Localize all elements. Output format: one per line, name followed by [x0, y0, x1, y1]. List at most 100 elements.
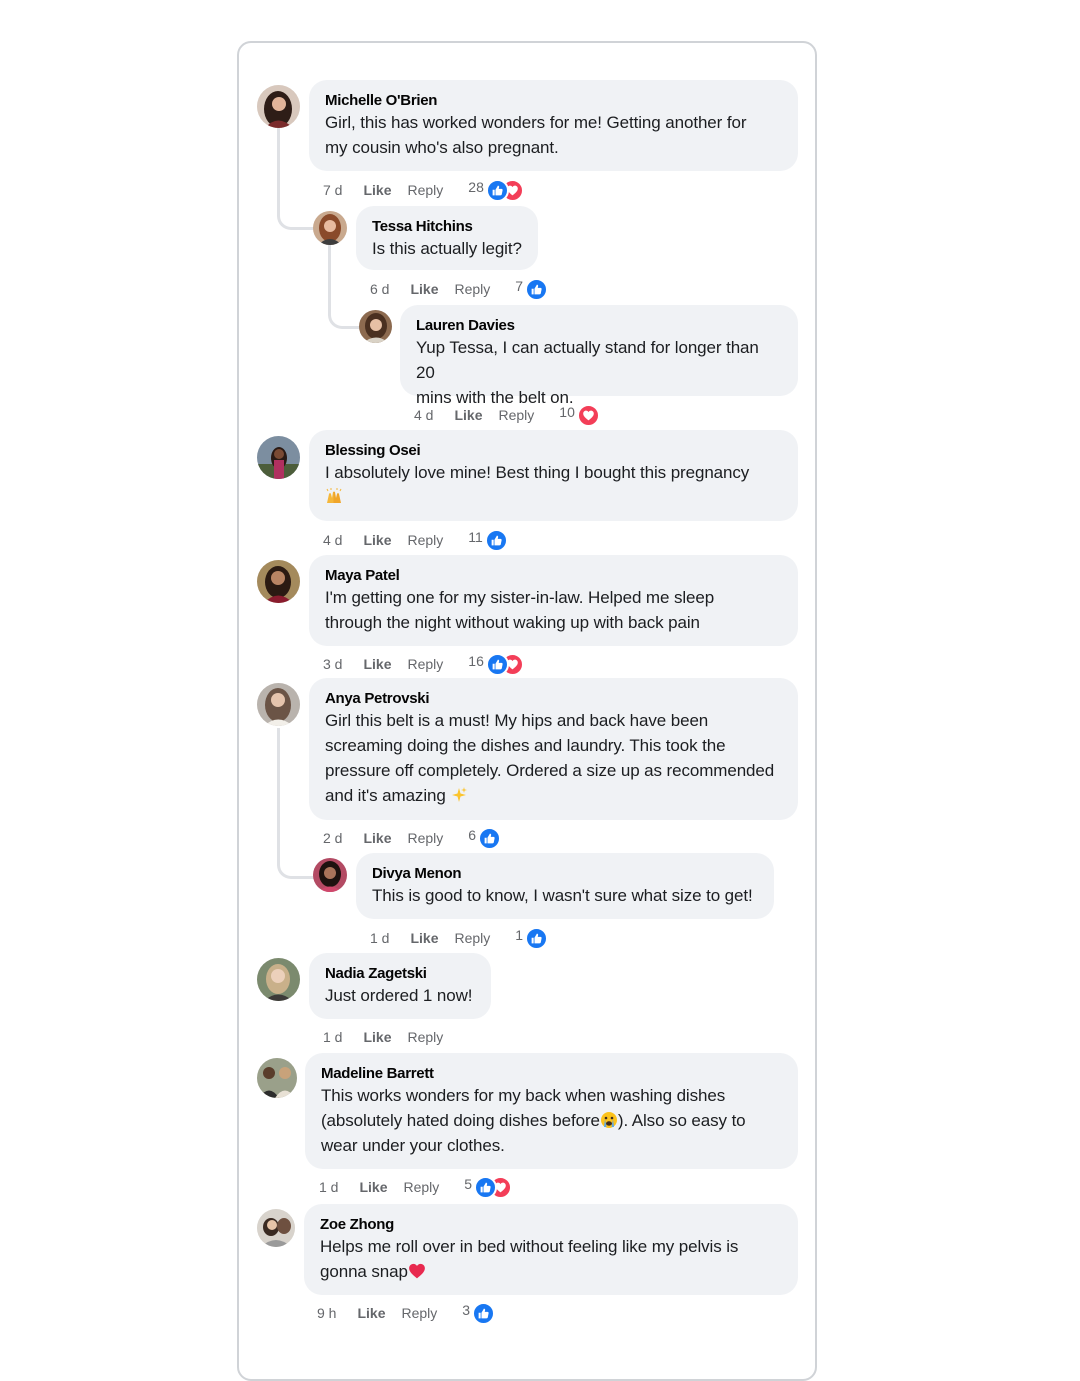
like-button[interactable]: Like	[359, 1179, 387, 1195]
comment-timestamp[interactable]: 7 d	[323, 182, 342, 198]
like-reaction-icon[interactable]	[474, 1175, 498, 1199]
comment-text: Is this actually legit?	[372, 239, 522, 258]
comment-bubble: Lauren Davies Yup Tessa, I can actually …	[400, 305, 798, 407]
avatar[interactable]	[257, 1058, 297, 1098]
like-reaction-icon[interactable]	[525, 277, 549, 301]
avatar[interactable]	[257, 683, 300, 726]
like-button[interactable]: Like	[363, 1029, 391, 1045]
comment-text: Helps me roll over in bed without feelin…	[320, 1237, 739, 1281]
avatar[interactable]	[257, 1209, 295, 1247]
comment-actions: 9 h Like Reply 3	[317, 1301, 496, 1325]
reply-button[interactable]: Reply	[403, 1179, 439, 1195]
reply-button[interactable]: Reply	[407, 656, 443, 672]
comment-author[interactable]: Tessa Hitchins	[372, 218, 522, 236]
like-reaction-icon[interactable]	[525, 926, 549, 950]
avatar[interactable]	[313, 211, 347, 245]
thread-line	[277, 728, 280, 848]
comment-bubble: Divya Menon This is good to know, I wasn…	[356, 853, 774, 919]
like-button[interactable]: Like	[363, 532, 391, 548]
like-button[interactable]: Like	[357, 1305, 385, 1321]
reply-button[interactable]: Reply	[498, 407, 534, 423]
comment-actions: 1 d Like Reply 1	[370, 926, 549, 950]
reaction-count[interactable]: 3	[462, 1302, 470, 1318]
comment-actions: 4 d Like Reply 11	[323, 528, 508, 552]
like-reaction-icon[interactable]	[478, 826, 502, 850]
avatar[interactable]	[313, 858, 347, 892]
like-button[interactable]: Like	[410, 930, 438, 946]
comment-timestamp[interactable]: 4 d	[323, 532, 342, 548]
comment-text: Just ordered 1 now!	[325, 986, 473, 1005]
comment-actions: 7 d Like Reply 28	[323, 178, 524, 202]
reply-button[interactable]: Reply	[407, 182, 443, 198]
avatar[interactable]	[257, 436, 300, 479]
comment-timestamp[interactable]: 9 h	[317, 1305, 336, 1321]
reaction-count[interactable]: 5	[464, 1176, 472, 1192]
avatar[interactable]	[359, 310, 392, 343]
reply-button[interactable]: Reply	[407, 532, 443, 548]
crying-face-emoji	[600, 1111, 618, 1129]
like-button[interactable]: Like	[410, 281, 438, 297]
comment-timestamp[interactable]: 6 d	[370, 281, 389, 297]
reaction-count[interactable]: 10	[559, 404, 575, 420]
comment-text: Girl, this has worked wonders for me! Ge…	[325, 113, 747, 157]
comment-author[interactable]: Michelle O'Brien	[325, 92, 782, 110]
comment-author[interactable]: Divya Menon	[372, 865, 758, 883]
comment-author[interactable]: Lauren Davies	[416, 317, 782, 335]
comment-bubble: Zoe Zhong Helps me roll over in bed with…	[304, 1204, 798, 1295]
reply-button[interactable]: Reply	[454, 930, 490, 946]
comment-timestamp[interactable]: 3 d	[323, 656, 342, 672]
reaction-count[interactable]: 11	[468, 529, 483, 545]
reaction-count[interactable]: 6	[468, 827, 476, 843]
thread-line	[277, 128, 280, 198]
comment-bubble: Blessing Osei I absolutely love mine! Be…	[309, 430, 798, 521]
thread-connector	[277, 845, 316, 879]
thread-connector	[277, 195, 316, 230]
comment-author[interactable]: Nadia Zagetski	[325, 965, 475, 983]
like-reaction-icon[interactable]	[485, 178, 509, 202]
reply-button[interactable]: Reply	[454, 281, 490, 297]
reaction-count[interactable]: 1	[515, 927, 523, 943]
reaction-count[interactable]: 16	[468, 653, 484, 669]
like-reaction-icon[interactable]	[485, 652, 509, 676]
comment-timestamp[interactable]: 1 d	[323, 1029, 342, 1045]
love-reaction-icon[interactable]	[576, 403, 600, 427]
avatar[interactable]	[257, 85, 300, 128]
comment-bubble: Anya Petrovski Girl this belt is a must!…	[309, 678, 798, 820]
avatar[interactable]	[257, 958, 300, 1001]
avatar[interactable]	[257, 560, 300, 603]
comment-bubble: Michelle O'Brien Girl, this has worked w…	[309, 80, 798, 171]
comment-bubble: Nadia Zagetski Just ordered 1 now!	[309, 953, 491, 1019]
comment-author[interactable]: Zoe Zhong	[320, 1216, 782, 1234]
comment-timestamp[interactable]: 1 d	[370, 930, 389, 946]
comment-text: Yup Tessa, I can actually stand for long…	[416, 338, 759, 407]
comment-text: I'm getting one for my sister-in-law. He…	[325, 588, 715, 632]
reaction-count[interactable]: 28	[468, 179, 484, 195]
comment-actions: 2 d Like Reply 6	[323, 826, 502, 850]
like-button[interactable]: Like	[363, 656, 391, 672]
comment-actions: 6 d Like Reply 7	[370, 277, 549, 301]
comment-text: I absolutely love mine! Best thing I bou…	[325, 460, 782, 510]
comment-text: This is good to know, I wasn't sure what…	[372, 886, 753, 905]
comment-text: This works wonders for my back when wash…	[321, 1086, 746, 1155]
comment-actions: 1 d Like Reply 5	[319, 1175, 513, 1199]
comment-timestamp[interactable]: 2 d	[323, 830, 342, 846]
like-button[interactable]: Like	[363, 182, 391, 198]
comment-text: Girl this belt is a must! My hips and ba…	[325, 711, 775, 805]
comment-bubble: Tessa Hitchins Is this actually legit?	[356, 206, 538, 270]
reaction-count[interactable]: 7	[515, 278, 523, 294]
comment-author[interactable]: Madeline Barrett	[321, 1065, 782, 1083]
comment-author[interactable]: Anya Petrovski	[325, 690, 782, 708]
like-button[interactable]: Like	[363, 830, 391, 846]
comment-actions: 3 d Like Reply 16	[323, 652, 524, 676]
like-reaction-icon[interactable]	[484, 528, 508, 552]
comment-author[interactable]: Blessing Osei	[325, 442, 782, 460]
reply-button[interactable]: Reply	[407, 1029, 443, 1045]
like-reaction-icon[interactable]	[472, 1301, 496, 1325]
reply-button[interactable]: Reply	[407, 830, 443, 846]
comment-timestamp[interactable]: 1 d	[319, 1179, 338, 1195]
comment-author[interactable]: Maya Patel	[325, 567, 782, 585]
like-button[interactable]: Like	[454, 407, 482, 423]
comment-timestamp[interactable]: 4 d	[414, 407, 433, 423]
reply-button[interactable]: Reply	[401, 1305, 437, 1321]
sparkles-emoji	[450, 786, 468, 804]
